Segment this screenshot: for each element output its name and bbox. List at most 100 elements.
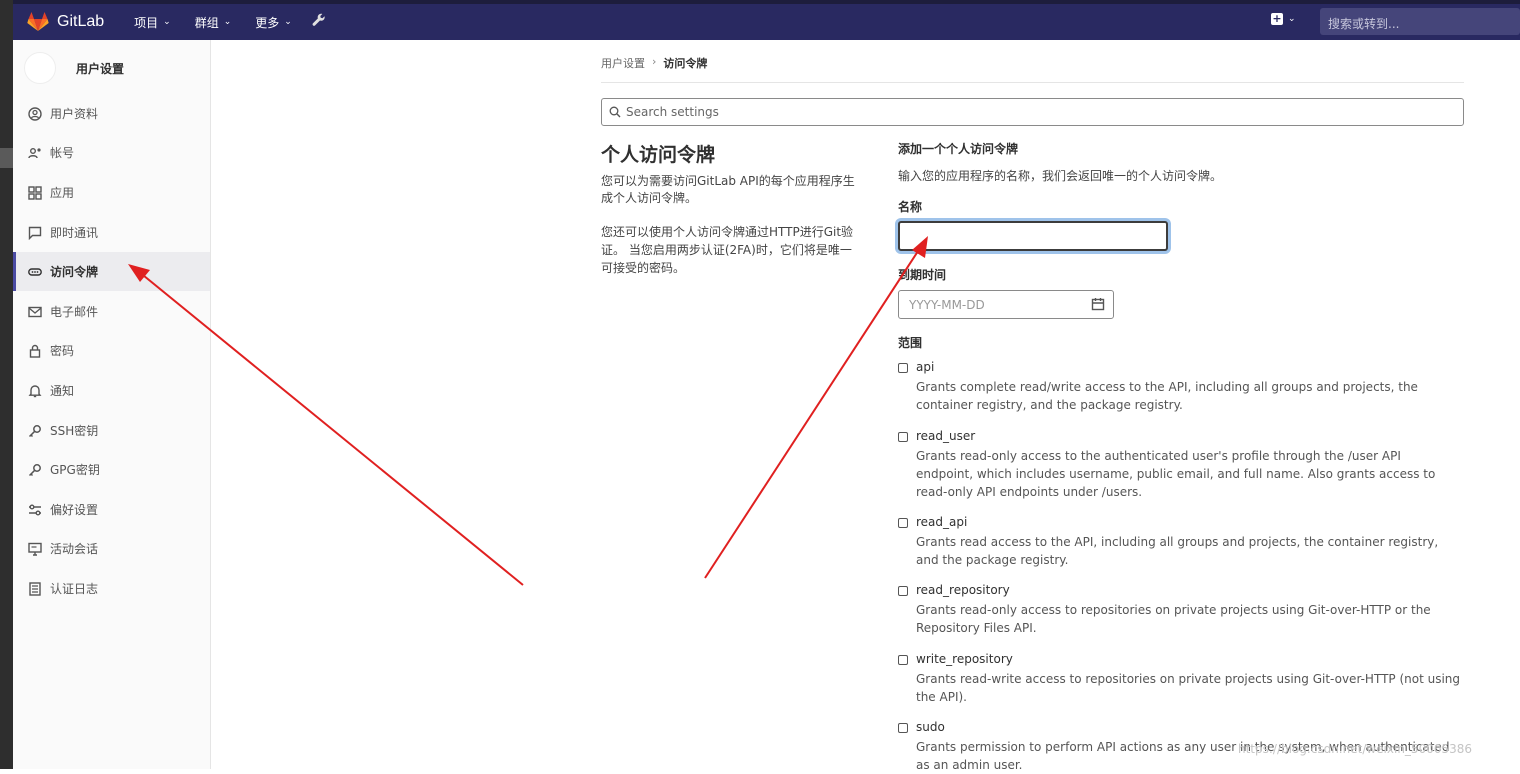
- sidebar-header: 用户设置: [13, 40, 210, 96]
- sidebar-item-chat[interactable]: 即时通讯: [13, 213, 210, 252]
- scope-name: read_repository: [916, 583, 1010, 597]
- sidebar-title: 用户设置: [76, 61, 125, 76]
- sidebar-item-active-sessions[interactable]: 活动会话: [13, 529, 210, 568]
- log-icon: [27, 581, 43, 597]
- chat-icon: [27, 225, 43, 241]
- calendar-icon[interactable]: [1091, 297, 1105, 311]
- monitor-icon: [27, 541, 43, 557]
- sidebar-item-applications[interactable]: 应用: [13, 173, 210, 212]
- scope-checkbox[interactable]: [898, 432, 908, 442]
- scope-name: read_api: [916, 515, 968, 529]
- sidebar-item-label: 通知: [50, 384, 75, 398]
- sidebar-item-emails[interactable]: 电子邮件: [13, 292, 210, 331]
- sidebar-item-label: GPG密钥: [50, 463, 100, 477]
- sidebar-item-label: SSH密钥: [50, 424, 99, 438]
- nav-more[interactable]: 更多 ⌄: [255, 14, 292, 31]
- scope-checkbox[interactable]: [898, 518, 908, 528]
- section-description-2fa: 您还可以使用个人访问令牌通过HTTP进行Git验证。 当您启用两步认证(2FA)…: [601, 225, 854, 275]
- avatar[interactable]: [24, 52, 56, 84]
- scope-name: write_repository: [916, 652, 1013, 666]
- sidebar-item-label: 帐号: [50, 146, 75, 160]
- key-icon: [27, 462, 43, 478]
- scope-description: Grants read-only access to repositories …: [916, 603, 1431, 635]
- sidebar-item-access-tokens[interactable]: 访问令牌: [13, 252, 210, 291]
- sidebar-item-auth-log[interactable]: 认证日志: [13, 569, 210, 608]
- scope-name: read_user: [916, 429, 976, 443]
- nav-projects-label: 项目: [134, 15, 159, 30]
- nav-more-label: 更多: [255, 15, 280, 30]
- breadcrumb-divider: [601, 82, 1464, 83]
- lock-icon: [27, 343, 43, 359]
- expires-at-label: 到期时间: [898, 268, 947, 282]
- nav-groups[interactable]: 群组 ⌄: [195, 14, 232, 31]
- breadcrumb: 用户设置 › 访问令牌: [601, 55, 707, 71]
- gitlab-tanuki-icon: [27, 12, 49, 31]
- new-dropdown-button[interactable]: + ⌄: [1271, 13, 1296, 25]
- form-heading: 添加一个个人访问令牌: [898, 142, 1019, 156]
- chevron-down-icon: ⌄: [284, 17, 292, 27]
- page-title: 个人访问令牌: [601, 144, 716, 166]
- sidebar-item-label: 偏好设置: [50, 503, 99, 517]
- scope-checkbox[interactable]: [898, 586, 908, 596]
- scope-checkbox[interactable]: [898, 655, 908, 665]
- sidebar-item-profile[interactable]: 用户资料: [13, 94, 210, 133]
- sidebar-item-label: 应用: [50, 186, 75, 200]
- chevron-down-icon: ⌄: [1288, 14, 1296, 24]
- scope-description: Grants read-write access to repositories…: [916, 672, 1461, 704]
- scope-checkbox[interactable]: [898, 723, 908, 733]
- breadcrumb-current[interactable]: 访问令牌: [663, 55, 707, 71]
- settings-search-input[interactable]: Search settings: [601, 98, 1464, 126]
- sidebar-item-label: 用户资料: [50, 107, 99, 121]
- expires-at-placeholder: YYYY-MM-DD: [909, 298, 985, 312]
- account-icon: [27, 145, 43, 161]
- gitlab-logo[interactable]: GitLab: [27, 12, 104, 32]
- annotation-arrow-input: [704, 244, 923, 579]
- brand-name: GitLab: [57, 13, 105, 30]
- plus-icon: +: [1271, 12, 1283, 25]
- mail-icon: [27, 304, 43, 320]
- scope-checkbox[interactable]: [898, 363, 908, 373]
- section-description: 您可以为需要访问GitLab API的每个应用程序生成个人访问令牌。: [601, 174, 855, 205]
- token-name-input[interactable]: [898, 221, 1168, 251]
- scope-name: api: [916, 360, 935, 374]
- chevron-down-icon: ⌄: [223, 17, 232, 27]
- token-name-label: 名称: [898, 200, 923, 214]
- sidebar-item-account[interactable]: 帐号: [13, 133, 210, 172]
- scopes-label: 范围: [898, 336, 923, 350]
- sidebar-item-password[interactable]: 密码: [13, 331, 210, 370]
- profile-icon: [27, 106, 43, 122]
- sidebar-item-label: 活动会话: [50, 542, 99, 556]
- chevron-right-icon: ›: [652, 55, 657, 68]
- applications-icon: [27, 185, 43, 201]
- nav-projects[interactable]: 项目 ⌄: [134, 14, 171, 31]
- admin-wrench-icon[interactable]: [312, 13, 326, 31]
- host-window-edge: [0, 0, 13, 769]
- watermark: https://blog.csdn.net/weixin_50005386: [1238, 742, 1473, 756]
- settings-sidebar: 用户设置 用户资料 帐号 应用 即时通讯 访问令牌 电子邮件 密码 通知 SSH…: [13, 40, 211, 769]
- sidebar-item-label: 密码: [50, 344, 75, 358]
- bell-icon: [27, 383, 43, 399]
- sidebar-item-label: 认证日志: [50, 582, 99, 596]
- key-icon: [27, 423, 43, 439]
- form-subheading: 输入您的应用程序的名称，我们会返回唯一的个人访问令牌。: [898, 169, 1223, 183]
- top-navbar: GitLab 项目 ⌄ 群组 ⌄ 更多 ⌄ + ⌄ 搜索或转到...: [13, 4, 1520, 40]
- expires-at-input[interactable]: YYYY-MM-DD: [898, 290, 1114, 319]
- search-icon: [609, 106, 621, 118]
- sidebar-item-ssh-keys[interactable]: SSH密钥: [13, 411, 210, 450]
- global-search-input[interactable]: 搜索或转到...: [1320, 8, 1520, 35]
- sidebar-item-label: 电子邮件: [50, 305, 99, 319]
- chevron-down-icon: ⌄: [163, 17, 171, 27]
- preferences-icon: [27, 502, 43, 518]
- breadcrumb-parent-link[interactable]: 用户设置: [601, 55, 645, 71]
- host-window-marker: [0, 148, 13, 168]
- sidebar-item-preferences[interactable]: 偏好设置: [13, 490, 210, 529]
- sidebar-item-gpg-keys[interactable]: GPG密钥: [13, 450, 210, 489]
- scope-description: Grants complete read/write access to the…: [916, 380, 1418, 412]
- scope-description: Grants read access to the API, including…: [916, 535, 1439, 567]
- scope-name: sudo: [916, 720, 945, 734]
- annotation-arrow-group: [128, 236, 928, 586]
- sidebar-item-label: 即时通讯: [50, 226, 99, 240]
- settings-search-placeholder: Search settings: [626, 105, 719, 119]
- scope-description: Grants read-only access to the authentic…: [916, 449, 1436, 499]
- sidebar-item-notifications[interactable]: 通知: [13, 371, 210, 410]
